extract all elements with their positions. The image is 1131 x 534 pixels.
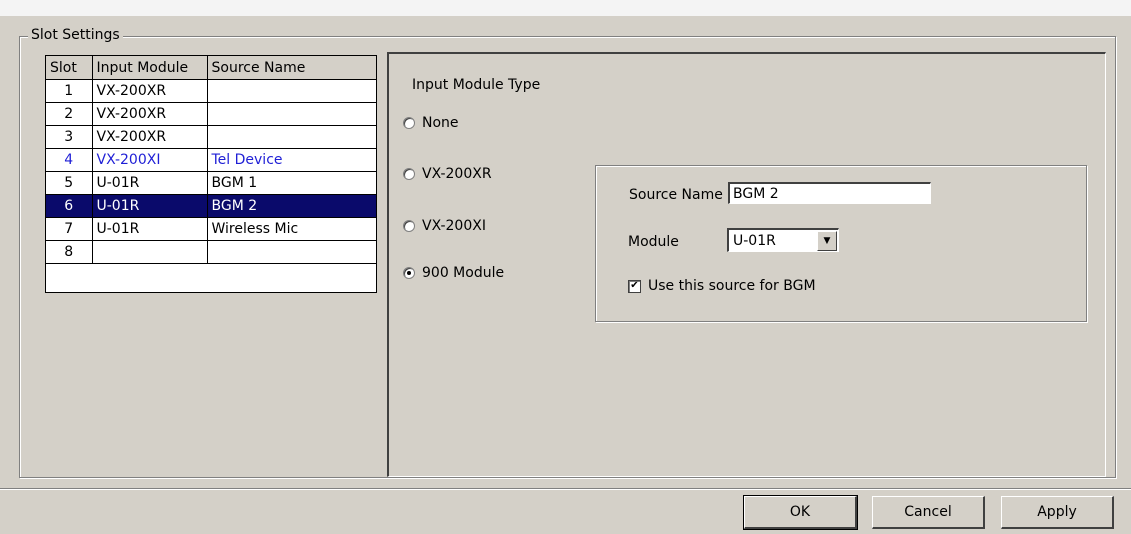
column-header-slot[interactable]: Slot bbox=[46, 56, 93, 80]
slot-cell: 8 bbox=[46, 240, 93, 264]
cancel-button[interactable]: Cancel bbox=[872, 496, 985, 529]
input-module-cell: U-01R bbox=[92, 171, 208, 195]
slot-cell: 7 bbox=[46, 217, 93, 241]
column-header-source-name[interactable]: Source Name bbox=[207, 56, 376, 80]
table-row[interactable]: 5 U-01R BGM 1 bbox=[46, 171, 376, 195]
group-title: Slot Settings bbox=[28, 26, 123, 44]
source-name-cell: BGM 2 bbox=[207, 194, 376, 218]
radio-900-module-label: 900 Module bbox=[422, 265, 505, 281]
table-row[interactable]: 4 VX-200XI Tel Device bbox=[46, 148, 376, 172]
apply-button[interactable]: Apply bbox=[1001, 496, 1114, 529]
top-strip bbox=[0, 0, 1131, 16]
slot-cell: 2 bbox=[46, 102, 93, 126]
radio-vx-200xi-label: VX-200XI bbox=[422, 218, 486, 234]
radio-vx-200xi[interactable]: VX-200XI bbox=[403, 218, 486, 234]
module-select[interactable]: U-01R ▼ bbox=[727, 228, 839, 252]
slot-cell: 5 bbox=[46, 171, 93, 195]
radio-900-module-circle bbox=[403, 267, 415, 279]
source-name-label: Source Name bbox=[629, 187, 723, 203]
radio-vx-200xr[interactable]: VX-200XR bbox=[403, 166, 492, 182]
table-header-row: Slot Input Module Source Name bbox=[46, 56, 376, 80]
radio-none-circle bbox=[403, 117, 415, 129]
input-module-type-label: Input Module Type bbox=[412, 77, 541, 93]
input-module-cell: VX-200XR bbox=[92, 79, 208, 103]
radio-vx-200xr-circle bbox=[403, 168, 415, 180]
table-row[interactable]: 1 VX-200XR bbox=[46, 79, 376, 103]
source-name-cell bbox=[207, 125, 376, 149]
radio-900-module[interactable]: 900 Module bbox=[403, 265, 504, 281]
source-name-cell bbox=[207, 79, 376, 103]
radio-vx-200xi-circle bbox=[403, 220, 415, 232]
input-module-cell: U-01R bbox=[92, 217, 208, 241]
source-name-cell: Wireless Mic bbox=[207, 217, 376, 241]
input-module-cell bbox=[92, 240, 208, 264]
slot-cell: 3 bbox=[46, 125, 93, 149]
button-bar-divider bbox=[0, 488, 1131, 490]
input-module-cell: U-01R bbox=[92, 194, 208, 218]
table-row[interactable]: 8 bbox=[46, 240, 376, 264]
slot-cell: 1 bbox=[46, 79, 93, 103]
chevron-down-icon[interactable]: ▼ bbox=[817, 230, 837, 251]
slot-cell: 4 bbox=[46, 148, 93, 172]
checkmark-icon: ✔ bbox=[628, 279, 641, 293]
module-label: Module bbox=[628, 234, 679, 250]
use-bgm-label: Use this source for BGM bbox=[648, 278, 816, 294]
module-select-value: U-01R bbox=[733, 232, 776, 249]
slot-table: Slot Input Module Source Name 1 VX-200XR… bbox=[45, 55, 377, 293]
column-header-input-module[interactable]: Input Module bbox=[92, 56, 208, 80]
input-module-cell: VX-200XR bbox=[92, 102, 208, 126]
slot-cell: 6 bbox=[46, 194, 93, 218]
source-name-input[interactable] bbox=[728, 182, 931, 204]
table-row[interactable]: 2 VX-200XR bbox=[46, 102, 376, 126]
input-module-cell: VX-200XR bbox=[92, 125, 208, 149]
radio-vx-200xr-label: VX-200XR bbox=[422, 166, 492, 182]
source-name-cell bbox=[207, 102, 376, 126]
table-row-selected[interactable]: 6 U-01R BGM 2 bbox=[46, 194, 376, 218]
radio-none[interactable]: None bbox=[403, 115, 459, 131]
table-row[interactable]: 3 VX-200XR bbox=[46, 125, 376, 149]
source-name-cell: Tel Device bbox=[207, 148, 376, 172]
table-row[interactable]: 7 U-01R Wireless Mic bbox=[46, 217, 376, 241]
ok-button[interactable]: OK bbox=[743, 495, 858, 530]
input-module-cell: VX-200XI bbox=[92, 148, 208, 172]
source-name-cell: BGM 1 bbox=[207, 171, 376, 195]
radio-none-label: None bbox=[422, 115, 459, 131]
source-name-cell bbox=[207, 240, 376, 264]
use-bgm-checkbox[interactable]: ✔ Use this source for BGM bbox=[628, 278, 816, 294]
